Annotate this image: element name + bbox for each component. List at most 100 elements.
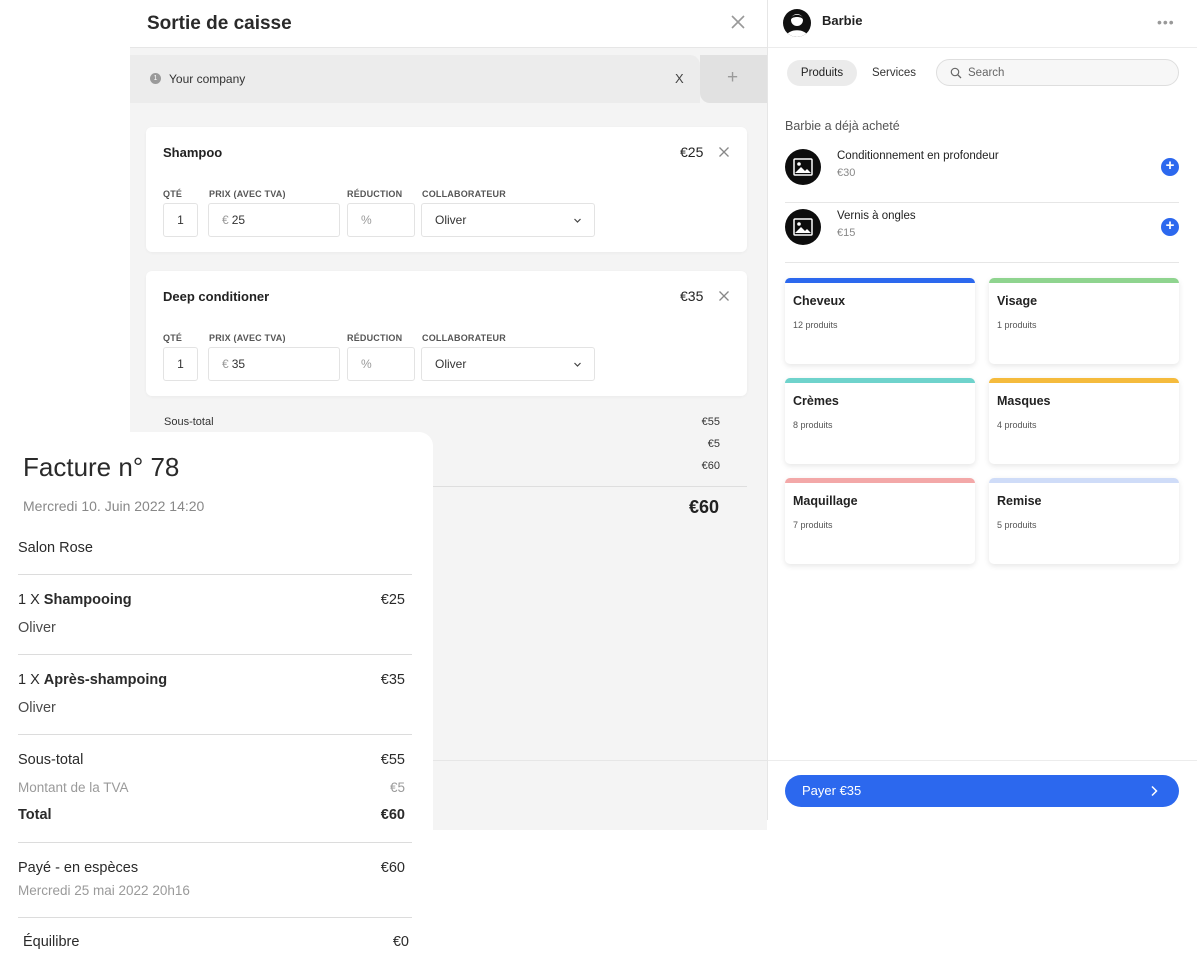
category-name: Masques (997, 394, 1051, 408)
line-price: €35 (380, 672, 405, 688)
subtotal-label: Sous-total (164, 416, 214, 428)
price-label: PRIX (AVEC TVA) (209, 333, 286, 343)
product-price: €30 (837, 167, 856, 179)
item-name: Shampoo (163, 145, 223, 160)
image-placeholder-icon (785, 209, 821, 245)
total-row: Total €60 (18, 807, 405, 823)
staff-value: Oliver (435, 213, 467, 227)
total-label: Total (18, 807, 52, 823)
divider (785, 262, 1179, 263)
line-name: Shampooing (43, 592, 132, 608)
discount-label: RÉDUCTION (347, 333, 403, 343)
line-staff: Oliver (18, 620, 56, 636)
balance-value: €0 (392, 934, 409, 950)
plus-icon: + (1165, 157, 1175, 174)
quantity-input[interactable]: 1 (163, 347, 198, 381)
price-value: 25 (231, 213, 246, 227)
invoice-title: Facture n° 78 (23, 452, 180, 482)
line-price: €25 (380, 592, 405, 608)
currency-symbol: € (222, 213, 229, 227)
cart-item: Shampoo €25 QTÉ PRIX (AVEC TVA) RÉDUCTIO… (146, 127, 747, 252)
client-name: Barbie (822, 13, 863, 28)
staff-select[interactable]: Oliver (421, 203, 595, 237)
divider (18, 734, 412, 735)
category-name: Cheveux (793, 294, 846, 308)
vat-label: Montant de la TVA (18, 780, 129, 795)
remove-icon[interactable] (718, 290, 730, 302)
company-badge: 1 (150, 73, 161, 84)
quantity-input[interactable]: 1 (163, 203, 198, 237)
add-product-button[interactable]: + (1161, 157, 1179, 176)
image-placeholder-icon (785, 149, 821, 185)
remove-icon[interactable] (718, 146, 730, 158)
footer-divider (768, 760, 1197, 761)
tab-services[interactable]: Services (864, 60, 924, 86)
subtotal-value: €55 (380, 752, 405, 768)
divider (785, 202, 1179, 203)
vat-value: €5 (389, 780, 405, 795)
category-visage[interactable]: Visage 1 produits (989, 278, 1179, 364)
item-price: €35 (680, 288, 704, 304)
invoice-date: Mercredi 10. Juin 2022 14:20 (23, 498, 205, 514)
staff-select[interactable]: Oliver (421, 347, 595, 381)
product-price: €15 (837, 227, 856, 239)
staff-value: Oliver (435, 357, 467, 371)
close-icon[interactable] (728, 12, 748, 32)
vat-row: Montant de la TVA €5 (18, 780, 405, 795)
category-name: Visage (997, 294, 1038, 308)
more-icon[interactable]: ••• (1157, 14, 1175, 30)
subtotal-row: Sous-total €55 (18, 752, 405, 768)
search-input[interactable]: Search (936, 59, 1179, 86)
chevron-down-icon (574, 218, 581, 223)
item-name: Deep conditioner (163, 289, 270, 304)
company-tab-label: Your company (169, 72, 246, 86)
category-remise[interactable]: Remise 5 produits (989, 478, 1179, 564)
category-count: 7 produits (793, 520, 833, 530)
cart-item: Deep conditioner €35 QTÉ PRIX (AVEC TVA)… (146, 271, 747, 396)
price-value: 35 (231, 357, 246, 371)
category-cheveux[interactable]: Cheveux 12 produits (785, 278, 975, 364)
grand-total: €60 (688, 497, 719, 517)
tab-your-company[interactable]: 1 Your company X (130, 55, 700, 103)
discount-input[interactable]: % (347, 203, 415, 237)
invoice-card: Facture n° 78 Mercredi 10. Juin 2022 14:… (0, 432, 433, 978)
list-item: Conditionnement en profondeur €30 + (785, 146, 1179, 206)
category-color-bar (785, 478, 975, 483)
payment-row: Payé - en espèces €60 (18, 860, 405, 876)
staff-label: COLLABORATEUR (422, 189, 506, 199)
line-qty: 1 X (18, 672, 44, 688)
price-input[interactable]: €35 (208, 347, 340, 381)
line-staff: Oliver (18, 700, 56, 716)
search-placeholder: Search (968, 67, 1005, 79)
category-cremes[interactable]: Crèmes 8 produits (785, 378, 975, 464)
discount-input[interactable]: % (347, 347, 415, 381)
category-color-bar (785, 378, 975, 383)
category-count: 12 produits (793, 320, 838, 330)
category-masques[interactable]: Masques 4 produits (989, 378, 1179, 464)
category-maquillage[interactable]: Maquillage 7 produits (785, 478, 975, 564)
item-price: €25 (680, 144, 704, 160)
category-count: 4 produits (997, 420, 1037, 430)
category-name: Crèmes (793, 394, 839, 408)
price-input[interactable]: €25 (208, 203, 340, 237)
subtotal-value: €55 (701, 416, 720, 428)
add-tab-button[interactable]: + (700, 55, 767, 103)
company-tabs: 1 Your company X + (130, 55, 767, 103)
subtotal-row: Sous-total €55 (164, 416, 720, 428)
avatar[interactable] (783, 9, 811, 37)
chevron-right-icon (1151, 785, 1158, 797)
payment-value: €60 (380, 860, 405, 876)
divider (18, 574, 412, 575)
plus-icon: + (727, 67, 739, 88)
subtotal-label: Sous-total (18, 752, 84, 768)
already-bought-title: Barbie a déjà acheté (785, 119, 900, 133)
client-header: Barbie ••• (768, 0, 1197, 48)
tab-products[interactable]: Produits (787, 60, 857, 86)
pay-button[interactable]: Payer €35 (785, 775, 1179, 807)
payment-date: Mercredi 25 mai 2022 20h16 (18, 883, 190, 898)
add-product-button[interactable]: + (1161, 217, 1179, 236)
invoice-line: 1 X Shampooing €25 (18, 592, 405, 608)
close-tab-button[interactable]: X (675, 71, 684, 86)
qty-label: QTÉ (163, 333, 183, 343)
line-qty: 1 X (18, 592, 44, 608)
